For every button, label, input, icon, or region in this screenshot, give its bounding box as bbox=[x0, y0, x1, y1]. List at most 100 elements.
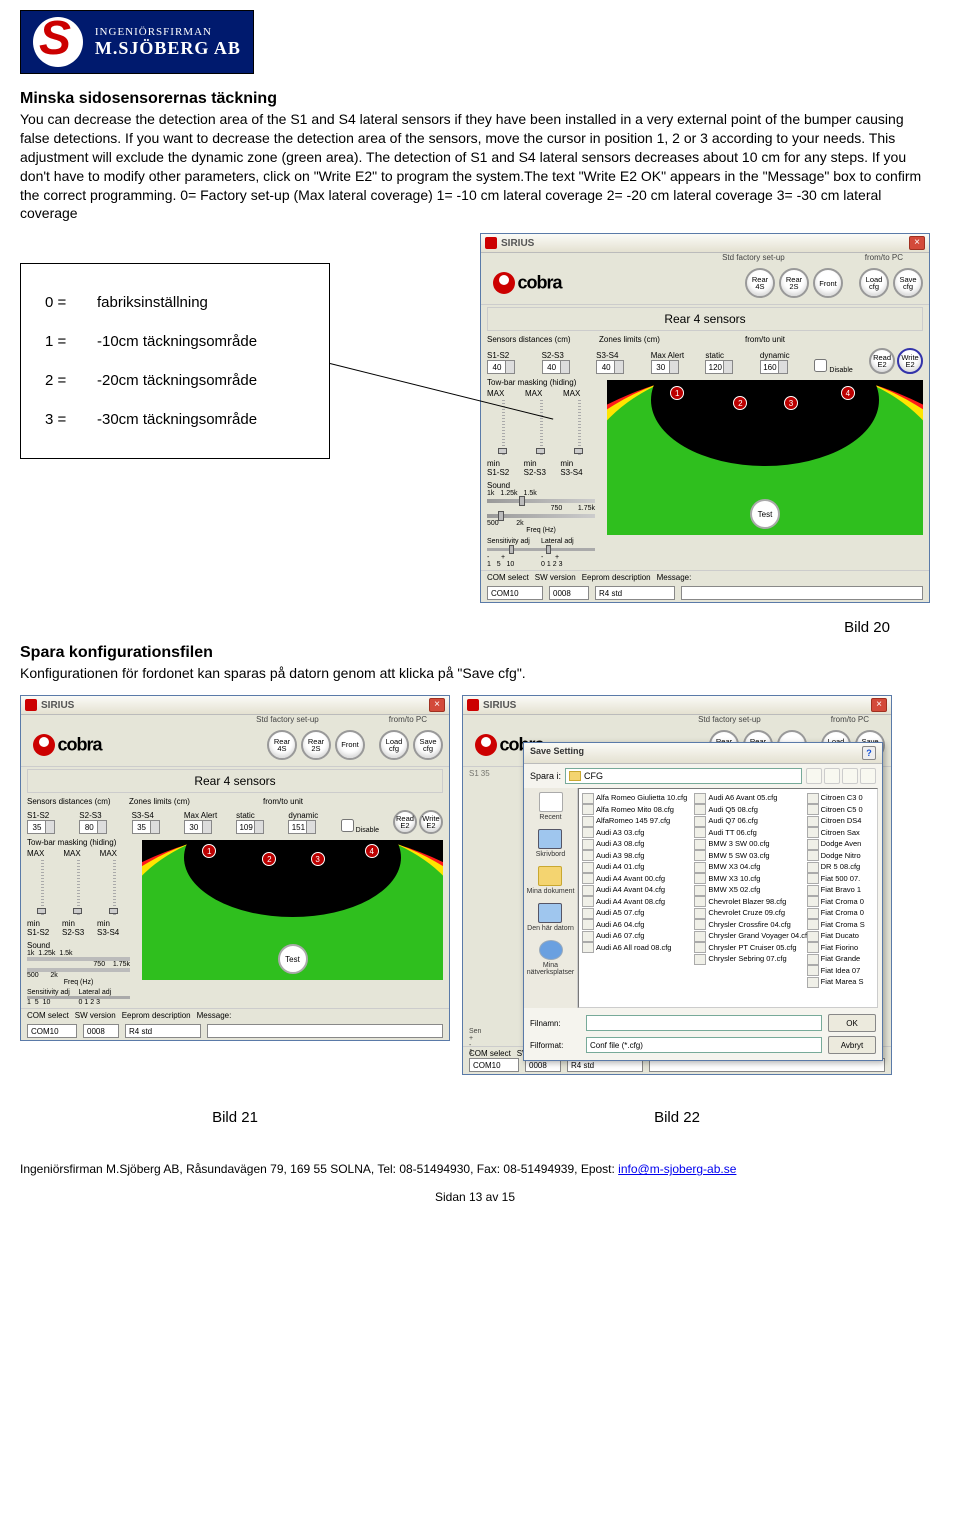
folder-dropdown[interactable]: CFG bbox=[565, 768, 802, 784]
file-item[interactable]: Fiat Croma S bbox=[807, 919, 874, 931]
file-item[interactable]: DR 5 08.cfg bbox=[807, 861, 874, 873]
file-item[interactable]: Audi A6 04.cfg bbox=[582, 919, 694, 931]
nav-views-icon[interactable] bbox=[860, 768, 876, 784]
test-button[interactable]: Test bbox=[278, 944, 308, 974]
file-item[interactable]: Fiat Bravo 1 bbox=[807, 884, 874, 896]
nav-up-icon[interactable] bbox=[824, 768, 840, 784]
file-item[interactable]: Citroen C3 0 bbox=[807, 792, 874, 804]
file-item[interactable]: Chevrolet Blazer 98.cfg bbox=[694, 896, 806, 908]
com-select[interactable]: COM10 bbox=[27, 1024, 77, 1038]
file-item[interactable]: AlfaRomeo 145 97.cfg bbox=[582, 815, 694, 827]
rear-4s-button[interactable]: Rear4S bbox=[267, 730, 297, 760]
file-list[interactable]: Alfa Romeo Giulietta 10.cfgAlfa Romeo Mi… bbox=[578, 788, 878, 1008]
spin-s2s3[interactable]: 80 bbox=[79, 820, 107, 834]
spin-static[interactable]: 109 bbox=[236, 820, 264, 834]
sensitivity-slider[interactable] bbox=[487, 548, 541, 551]
file-item[interactable]: Fiat 500 07. bbox=[807, 873, 874, 885]
file-item[interactable]: Audi A5 07.cfg bbox=[582, 907, 694, 919]
file-item[interactable]: Audi A3 03.cfg bbox=[582, 827, 694, 839]
rear-2s-button[interactable]: Rear2S bbox=[301, 730, 331, 760]
file-item[interactable]: Fiat Ducato bbox=[807, 930, 874, 942]
file-item[interactable]: Citroen DS4 bbox=[807, 815, 874, 827]
spin-s3s4[interactable]: 35 bbox=[132, 820, 160, 834]
spin-static[interactable]: 120 bbox=[705, 360, 733, 374]
towbar-slider-3[interactable] bbox=[574, 448, 583, 454]
file-item[interactable]: Chrysler PT Cruiser 05.cfg bbox=[694, 942, 806, 954]
file-item[interactable]: Audi A6 All road 08.cfg bbox=[582, 942, 694, 954]
towbar-slider-3[interactable] bbox=[109, 908, 118, 914]
sound-slider-1[interactable] bbox=[487, 499, 595, 503]
file-item[interactable]: Chevrolet Cruze 09.cfg bbox=[694, 907, 806, 919]
disable-checkbox[interactable] bbox=[814, 359, 827, 372]
load-cfg-button[interactable]: Loadcfg bbox=[859, 268, 889, 298]
file-item[interactable]: Fiat Fiorino bbox=[807, 942, 874, 954]
sidebar-mycomputer[interactable]: Den här datorn bbox=[527, 903, 574, 932]
filetype-dropdown[interactable]: Conf file (*.cfg) bbox=[586, 1037, 822, 1053]
file-item[interactable]: Dodge Nitro bbox=[807, 850, 874, 862]
towbar-slider-1[interactable] bbox=[37, 908, 46, 914]
save-cfg-button[interactable]: Savecfg bbox=[893, 268, 923, 298]
file-item[interactable]: Citroen Sax bbox=[807, 827, 874, 839]
spin-maxalert[interactable]: 30 bbox=[184, 820, 212, 834]
sound-slider-2[interactable] bbox=[487, 514, 595, 518]
sidebar-network[interactable]: Mina nätverksplatser bbox=[524, 940, 577, 976]
spin-maxalert[interactable]: 30 bbox=[651, 360, 679, 374]
spin-dynamic[interactable]: 151 bbox=[288, 820, 316, 834]
file-item[interactable]: Audi A6 Avant 05.cfg bbox=[694, 792, 806, 804]
load-cfg-button[interactable]: Loadcfg bbox=[379, 730, 409, 760]
rear-2s-button[interactable]: Rear2S bbox=[779, 268, 809, 298]
read-e2-button[interactable]: ReadE2 bbox=[393, 810, 417, 834]
file-item[interactable]: Audi A4 Avant 00.cfg bbox=[582, 873, 694, 885]
write-e2-button[interactable]: WriteE2 bbox=[419, 810, 443, 834]
help-icon[interactable]: ? bbox=[862, 746, 876, 760]
file-item[interactable]: Alfa Romeo Mito 08.cfg bbox=[582, 804, 694, 816]
sidebar-desktop[interactable]: Skrivbord bbox=[536, 829, 566, 858]
towbar-slider-2[interactable] bbox=[536, 448, 545, 454]
cancel-button[interactable]: Avbryt bbox=[828, 1036, 876, 1054]
close-icon[interactable]: × bbox=[909, 236, 925, 250]
sidebar-recent[interactable]: Recent bbox=[539, 792, 563, 821]
file-item[interactable]: Fiat Marea S bbox=[807, 976, 874, 988]
spin-s1s2[interactable]: 35 bbox=[27, 820, 55, 834]
com-select[interactable]: COM10 bbox=[469, 1058, 519, 1072]
sound-slider-1[interactable] bbox=[27, 957, 130, 961]
file-item[interactable]: Audi Q5 08.cfg bbox=[694, 804, 806, 816]
ok-button[interactable]: OK bbox=[828, 1014, 876, 1032]
spin-s2s3[interactable]: 40 bbox=[542, 360, 570, 374]
close-icon[interactable]: × bbox=[429, 698, 445, 712]
spin-dynamic[interactable]: 160 bbox=[760, 360, 788, 374]
front-button[interactable]: Front bbox=[813, 268, 843, 298]
com-select[interactable]: COM10 bbox=[487, 586, 543, 600]
nav-back-icon[interactable] bbox=[806, 768, 822, 784]
file-item[interactable]: Audi A6 07.cfg bbox=[582, 930, 694, 942]
file-item[interactable]: Fiat Idea 07 bbox=[807, 965, 874, 977]
file-item[interactable]: BMW 3 SW 00.cfg bbox=[694, 838, 806, 850]
file-item[interactable]: Citroen C5 0 bbox=[807, 804, 874, 816]
file-item[interactable]: Audi A4 Avant 08.cfg bbox=[582, 896, 694, 908]
spin-s3s4[interactable]: 40 bbox=[596, 360, 624, 374]
file-item[interactable]: Audi A3 98.cfg bbox=[582, 850, 694, 862]
file-item[interactable]: BMW X5 02.cfg bbox=[694, 884, 806, 896]
file-item[interactable]: Audi Q7 06.cfg bbox=[694, 815, 806, 827]
disable-checkbox[interactable] bbox=[341, 819, 354, 832]
save-cfg-button[interactable]: Savecfg bbox=[413, 730, 443, 760]
lateral-slider[interactable] bbox=[541, 548, 595, 551]
file-item[interactable]: Audi TT 06.cfg bbox=[694, 827, 806, 839]
file-item[interactable]: Fiat Croma 0 bbox=[807, 907, 874, 919]
front-button[interactable]: Front bbox=[335, 730, 365, 760]
file-item[interactable]: Chrysler Grand Voyager 04.cfg bbox=[694, 930, 806, 942]
file-item[interactable]: Chrysler Sebring 07.cfg bbox=[694, 953, 806, 965]
filename-input[interactable] bbox=[586, 1015, 822, 1031]
file-item[interactable]: Audi A4 Avant 04.cfg bbox=[582, 884, 694, 896]
file-item[interactable]: Fiat Grande bbox=[807, 953, 874, 965]
file-item[interactable]: Audi A3 08.cfg bbox=[582, 838, 694, 850]
towbar-slider-2[interactable] bbox=[73, 908, 82, 914]
file-item[interactable]: BMW X3 04.cfg bbox=[694, 861, 806, 873]
file-item[interactable]: Audi A4 01.cfg bbox=[582, 861, 694, 873]
file-item[interactable]: Fiat Croma 0 bbox=[807, 896, 874, 908]
spin-s1s2[interactable]: 40 bbox=[487, 360, 515, 374]
test-button[interactable]: Test bbox=[750, 499, 780, 529]
file-item[interactable]: BMW 5 SW 03.cfg bbox=[694, 850, 806, 862]
rear-4s-button[interactable]: Rear4S bbox=[745, 268, 775, 298]
towbar-slider-1[interactable] bbox=[498, 448, 507, 454]
